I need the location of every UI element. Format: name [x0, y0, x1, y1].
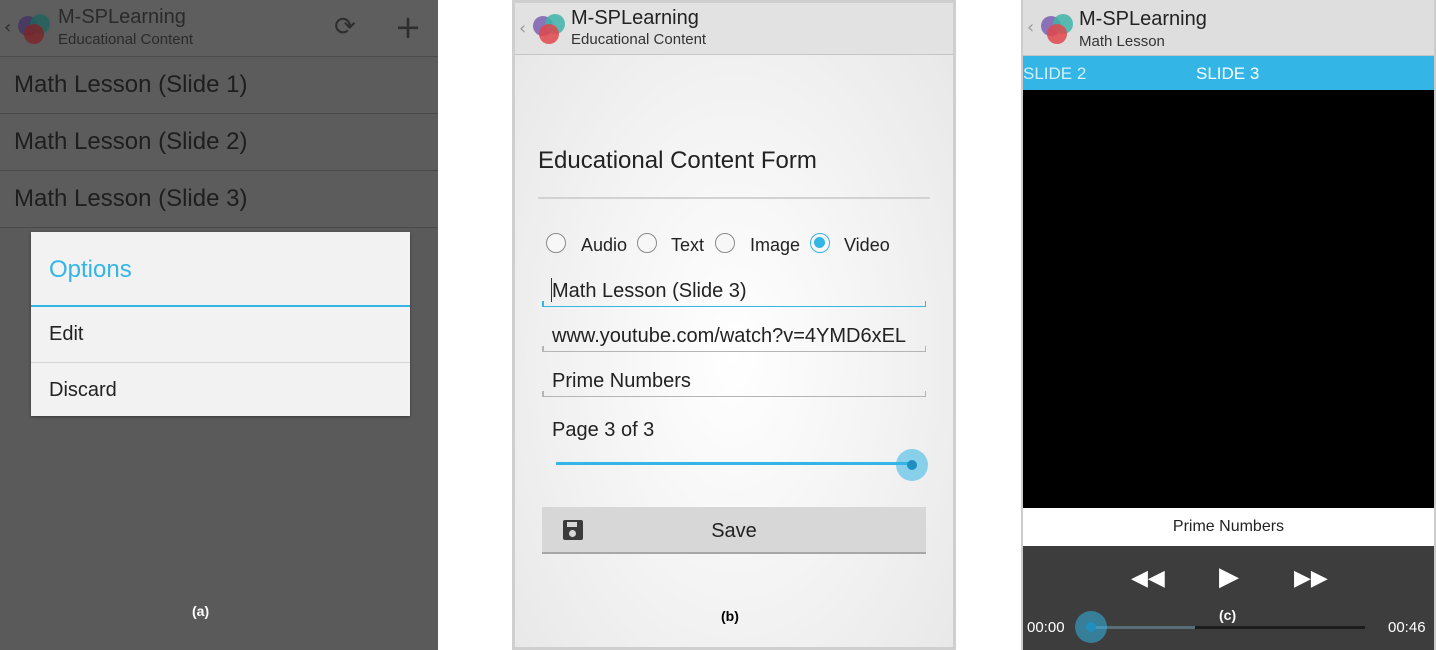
app-subtitle: Math Lesson	[1079, 33, 1165, 50]
media-controls: ◀◀ ▶ ▶▶ 00:00 00:46 (c)	[1023, 546, 1434, 650]
discard-option-label: Discard	[49, 379, 117, 401]
panel-c-video-player: ‹ M-SPLearning Math Lesson SLIDE 2 SLIDE…	[1021, 0, 1436, 650]
video-title-bar: Prime Numbers	[1023, 508, 1434, 546]
topic-field-value: Prime Numbers	[552, 370, 691, 392]
total-time: 00:46	[1388, 619, 1426, 636]
list-item-label: Math Lesson (Slide 3)	[14, 185, 248, 212]
page-slider-fill	[556, 462, 912, 465]
page-slider-thumb[interactable]	[907, 460, 917, 470]
app-subtitle: Educational Content	[58, 31, 194, 48]
current-time: 00:00	[1027, 619, 1065, 636]
edit-option-label: Edit	[49, 323, 84, 345]
radio-image-label[interactable]: Image	[750, 235, 800, 256]
add-icon[interactable]: +	[393, 11, 423, 43]
tab-slide-3[interactable]: SLIDE 3	[1196, 64, 1259, 84]
list-item[interactable]: Math Lesson (Slide 3)	[0, 171, 438, 228]
radio-video-label[interactable]: Video	[844, 235, 890, 256]
tab-slide-2[interactable]: SLIDE 2	[1023, 64, 1086, 84]
form-title: Educational Content Form	[538, 147, 817, 174]
list-item-label: Math Lesson (Slide 1)	[14, 71, 248, 98]
url-field-value: www.youtube.com/watch?v=4YMD6xEL	[552, 325, 907, 347]
radio-audio[interactable]	[546, 233, 566, 253]
video-title: Prime Numbers	[1172, 518, 1285, 535]
list-item[interactable]: Math Lesson (Slide 2)	[0, 114, 438, 171]
figure-caption: (a)	[192, 603, 210, 619]
back-chevron-icon[interactable]: ‹	[519, 18, 526, 39]
page-label: Page 3 of 3	[552, 419, 655, 441]
radio-image[interactable]	[715, 233, 735, 253]
back-chevron-icon[interactable]: ‹	[4, 17, 11, 38]
list-item-label: Math Lesson (Slide 2)	[14, 128, 248, 155]
title-field[interactable]: Math Lesson (Slide 3)	[542, 272, 926, 307]
app-title: M-SPLearning	[571, 7, 699, 29]
action-bar: ‹ M-SPLearning Educational Content ⟳ +	[0, 0, 438, 57]
panel-a-content-list: ‹ M-SPLearning Educational Content ⟳ + M…	[0, 0, 438, 650]
radio-text[interactable]	[637, 233, 657, 253]
app-title: M-SPLearning	[1079, 8, 1207, 30]
fast-forward-icon[interactable]: ▶▶	[1294, 566, 1328, 592]
edit-option[interactable]: Edit	[31, 307, 410, 362]
save-button[interactable]: Save	[542, 507, 926, 554]
rewind-icon[interactable]: ◀◀	[1131, 566, 1165, 592]
dialog-title: Options	[49, 256, 132, 283]
figure-caption: (c)	[1219, 607, 1237, 623]
radio-audio-label[interactable]: Audio	[581, 235, 627, 256]
url-field[interactable]: www.youtube.com/watch?v=4YMD6xEL	[542, 317, 926, 352]
back-chevron-icon[interactable]: ‹	[1027, 17, 1034, 38]
panel-b-content-form: ‹ M-SPLearning Educational Content Educa…	[512, 0, 956, 650]
app-logo-icon[interactable]	[18, 12, 52, 46]
app-logo-icon[interactable]	[1041, 12, 1075, 46]
list-item[interactable]: Math Lesson (Slide 1)	[0, 57, 438, 114]
play-icon[interactable]: ▶	[1219, 564, 1239, 590]
title-field-value: Math Lesson (Slide 3)	[552, 280, 747, 302]
app-logo-icon[interactable]	[533, 12, 567, 46]
figure-caption: (b)	[721, 608, 739, 624]
radio-video[interactable]	[810, 233, 830, 253]
form-divider	[538, 197, 930, 199]
discard-option[interactable]: Discard	[31, 363, 410, 418]
options-dialog: Options Edit Discard	[31, 232, 410, 416]
refresh-icon[interactable]: ⟳	[330, 12, 360, 42]
topic-field[interactable]: Prime Numbers	[542, 362, 926, 397]
app-title: M-SPLearning	[58, 6, 186, 28]
seek-thumb[interactable]	[1086, 622, 1096, 632]
radio-text-label[interactable]: Text	[671, 235, 704, 256]
save-button-label: Save	[711, 520, 757, 542]
video-surface[interactable]	[1023, 90, 1434, 508]
action-bar: ‹ M-SPLearning Math Lesson	[1023, 0, 1434, 56]
app-subtitle: Educational Content	[571, 31, 707, 48]
slide-tab-strip: SLIDE 2 SLIDE 3	[1023, 56, 1434, 90]
seek-bar[interactable]	[1091, 626, 1365, 629]
action-bar: ‹ M-SPLearning Educational Content	[515, 3, 953, 55]
page-slider[interactable]	[556, 462, 912, 465]
